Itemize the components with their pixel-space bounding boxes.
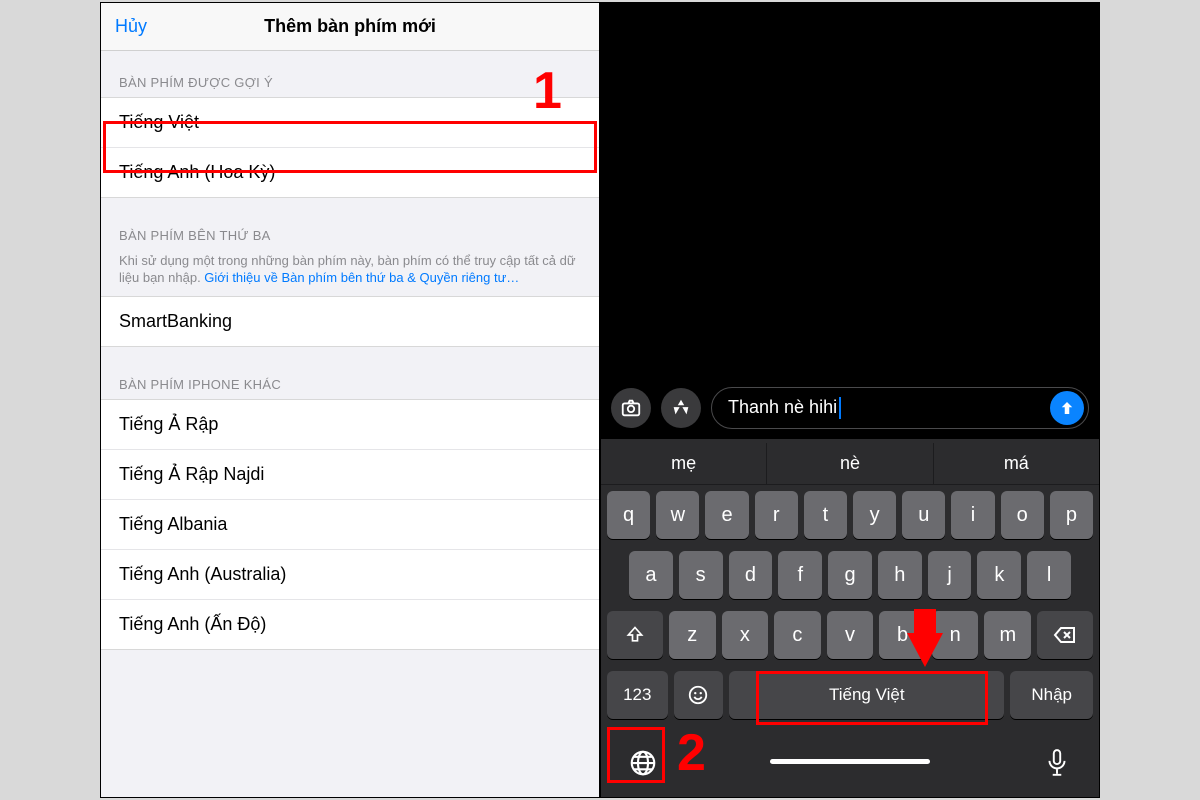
shift-icon (625, 625, 645, 645)
cancel-button[interactable]: Hủy (115, 16, 147, 37)
section-suggested-header: BÀN PHÍM ĐƯỢC GỢI Ý (101, 51, 599, 98)
numbers-key[interactable]: 123 (607, 671, 668, 719)
keyboard-option[interactable]: Tiếng Ả Rập Najdi (101, 449, 599, 500)
home-indicator (770, 759, 930, 764)
backspace-key[interactable] (1037, 611, 1093, 659)
suggestion[interactable]: má (933, 443, 1099, 484)
section-thirdparty-desc: Khi sử dụng một trong những bàn phím này… (101, 251, 599, 297)
globe-icon (628, 748, 658, 778)
key-q[interactable]: q (607, 491, 650, 539)
settings-screen: Hủy Thêm bàn phím mới BÀN PHÍM ĐƯỢC GỢI … (100, 2, 600, 798)
key-x[interactable]: x (722, 611, 769, 659)
keyboard-option[interactable]: Tiếng Anh (Australia) (101, 549, 599, 600)
suggestion[interactable]: mẹ (601, 443, 766, 484)
keyboard-option-english-us[interactable]: Tiếng Anh (Hoa Kỳ) (101, 147, 599, 198)
key-f[interactable]: f (778, 551, 822, 599)
microphone-icon (1044, 748, 1070, 778)
arrow-icon (907, 633, 943, 667)
key-d[interactable]: d (729, 551, 773, 599)
nav-bar: Hủy Thêm bàn phím mới (101, 3, 599, 51)
message-input[interactable]: Thanh nè hihi (711, 387, 1089, 429)
key-l[interactable]: l (1027, 551, 1071, 599)
backspace-icon (1053, 625, 1077, 645)
arrow-up-icon (1058, 399, 1076, 417)
keyboard-option[interactable]: Tiếng Anh (Ấn Độ) (101, 599, 599, 650)
key-j[interactable]: j (928, 551, 972, 599)
onscreen-keyboard: mẹ nè má q w e r t y u i o p a s d f (601, 439, 1099, 797)
step-2-label: 2 (677, 723, 706, 783)
key-g[interactable]: g (828, 551, 872, 599)
key-c[interactable]: c (774, 611, 821, 659)
spacebar[interactable]: Tiếng Việt (729, 671, 1004, 719)
key-p[interactable]: p (1050, 491, 1093, 539)
key-s[interactable]: s (679, 551, 723, 599)
key-r[interactable]: r (755, 491, 798, 539)
keyboard-option-smartbanking[interactable]: SmartBanking (101, 296, 599, 347)
camera-icon (620, 397, 642, 419)
globe-button[interactable] (615, 735, 671, 791)
key-z[interactable]: z (669, 611, 716, 659)
chat-area (601, 3, 1099, 379)
keyboard-option[interactable]: Tiếng Ả Rập (101, 399, 599, 450)
section-other-header: BÀN PHÍM IPHONE KHÁC (101, 347, 599, 400)
camera-button[interactable] (611, 388, 651, 428)
emoji-key[interactable] (674, 671, 724, 719)
keyboard-option[interactable]: Tiếng Albania (101, 499, 599, 550)
key-e[interactable]: e (705, 491, 748, 539)
keyboard-option-tieng-viet[interactable]: Tiếng Việt (101, 97, 599, 148)
section-thirdparty-header: BÀN PHÍM BÊN THỨ BA (101, 198, 599, 251)
suggestion[interactable]: nè (766, 443, 932, 484)
key-u[interactable]: u (902, 491, 945, 539)
appstore-icon (670, 397, 692, 419)
key-t[interactable]: t (804, 491, 847, 539)
key-m[interactable]: m (984, 611, 1031, 659)
page-title: Thêm bàn phím mới (101, 16, 599, 37)
key-o[interactable]: o (1001, 491, 1044, 539)
messages-screen: Thanh nè hihi mẹ nè má q w e r t y u i (600, 2, 1100, 798)
step-1-label: 1 (533, 61, 562, 121)
key-k[interactable]: k (977, 551, 1021, 599)
emoji-icon (687, 684, 709, 706)
key-i[interactable]: i (951, 491, 994, 539)
key-y[interactable]: y (853, 491, 896, 539)
appstore-button[interactable] (661, 388, 701, 428)
key-h[interactable]: h (878, 551, 922, 599)
compose-bar: Thanh nè hihi (601, 379, 1099, 439)
send-button[interactable] (1050, 391, 1084, 425)
privacy-link[interactable]: Giới thiệu về Bàn phím bên thứ ba & Quyề… (204, 270, 519, 285)
suggestion-bar: mẹ nè má (601, 443, 1099, 485)
key-a[interactable]: a (629, 551, 673, 599)
key-v[interactable]: v (827, 611, 874, 659)
key-w[interactable]: w (656, 491, 699, 539)
return-key[interactable]: Nhập (1010, 671, 1093, 719)
dictation-button[interactable] (1029, 748, 1085, 778)
text-caret (839, 397, 841, 419)
shift-key[interactable] (607, 611, 663, 659)
